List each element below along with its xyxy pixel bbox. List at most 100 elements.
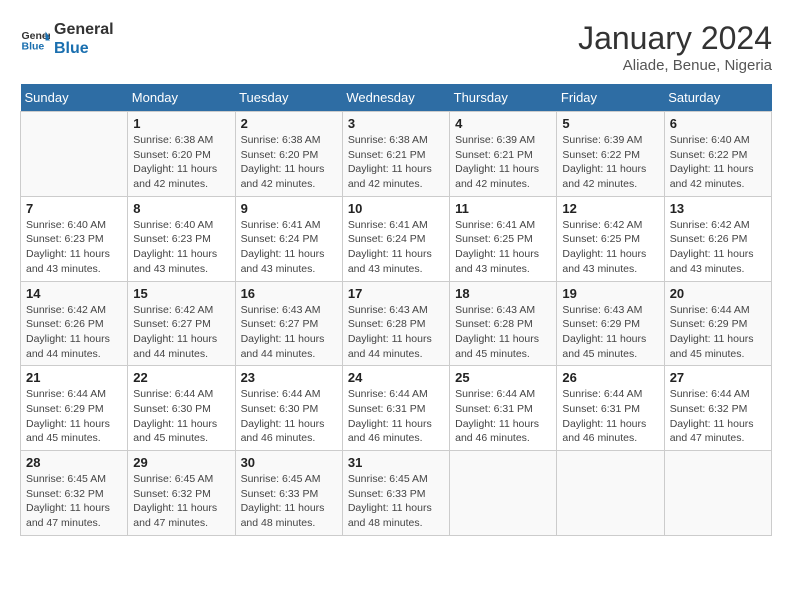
- calendar-cell: 13 Sunrise: 6:42 AMSunset: 6:26 PMDayligh…: [664, 196, 771, 281]
- day-number: 29: [133, 455, 229, 470]
- day-number: 8: [133, 201, 229, 216]
- day-number: 23: [241, 370, 337, 385]
- cell-info: Sunrise: 6:43 AMSunset: 6:28 PMDaylight:…: [455, 303, 551, 362]
- cell-info: Sunrise: 6:42 AMSunset: 6:25 PMDaylight:…: [562, 218, 658, 277]
- calendar-cell: 20Sunrise: 6:44 AMSunset: 6:29 PMDayligh…: [664, 281, 771, 366]
- day-number: 15: [133, 286, 229, 301]
- cell-info: Sunrise: 6:45 AMSunset: 6:33 PMDaylight:…: [348, 472, 444, 531]
- calendar-cell: [664, 451, 771, 536]
- cell-info: Sunrise: 6:44 AMSunset: 6:30 PMDaylight:…: [241, 387, 337, 446]
- calendar-cell: [21, 112, 128, 197]
- cell-info: Sunrise: 6:43 AMSunset: 6:28 PMDaylight:…: [348, 303, 444, 362]
- calendar-cell: 25 Sunrise: 6:44 AMSunset: 6:31 PMDayligh…: [450, 366, 557, 451]
- calendar-cell: [450, 451, 557, 536]
- day-number: 28: [26, 455, 122, 470]
- location-subtitle: Aliade, Benue, Nigeria: [578, 57, 772, 74]
- calendar-cell: 3Sunrise: 6:38 AMSunset: 6:21 PMDaylight…: [342, 112, 449, 197]
- day-number: 31: [348, 455, 444, 470]
- day-number: 19: [562, 286, 658, 301]
- cell-info: Sunrise: 6:44 AMSunset: 6:31 PMDaylight:…: [562, 387, 658, 446]
- day-number: 24: [348, 370, 444, 385]
- header-wednesday: Wednesday: [342, 84, 449, 112]
- calendar-cell: 4Sunrise: 6:39 AMSunset: 6:21 PMDaylight…: [450, 112, 557, 197]
- cell-info: Sunrise: 6:44 AMSunset: 6:29 PMDaylight:…: [26, 387, 122, 446]
- day-number: 5: [562, 116, 658, 131]
- calendar-cell: 10Sunrise: 6:41 AMSunset: 6:24 PMDayligh…: [342, 196, 449, 281]
- day-number: 11: [455, 201, 551, 216]
- calendar-cell: 30 Sunrise: 6:45 AMSunset: 6:33 PMDayligh…: [235, 451, 342, 536]
- day-number: 6: [670, 116, 766, 131]
- week-row-1: 7 Sunrise: 6:40 AMSunset: 6:23 PMDaylight…: [21, 196, 772, 281]
- day-number: 20: [670, 286, 766, 301]
- calendar-table: SundayMondayTuesdayWednesdayThursdayFrid…: [20, 84, 772, 536]
- calendar-cell: 29 Sunrise: 6:45 AMSunset: 6:32 PMDayligh…: [128, 451, 235, 536]
- calendar-cell: 28 Sunrise: 6:45 AMSunset: 6:32 PMDayligh…: [21, 451, 128, 536]
- cell-info: Sunrise: 6:40 AMSunset: 6:23 PMDaylight:…: [133, 218, 229, 277]
- calendar-cell: 12Sunrise: 6:42 AMSunset: 6:25 PMDayligh…: [557, 196, 664, 281]
- cell-info: Sunrise: 6:44 AMSunset: 6:32 PMDaylight:…: [670, 387, 766, 446]
- day-number: 4: [455, 116, 551, 131]
- calendar-cell: 18 Sunrise: 6:43 AMSunset: 6:28 PMDayligh…: [450, 281, 557, 366]
- day-number: 25: [455, 370, 551, 385]
- calendar-cell: 1Sunrise: 6:38 AMSunset: 6:20 PMDaylight…: [128, 112, 235, 197]
- header-thursday: Thursday: [450, 84, 557, 112]
- calendar-cell: 9Sunrise: 6:41 AMSunset: 6:24 PMDaylight…: [235, 196, 342, 281]
- calendar-cell: 2 Sunrise: 6:38 AMSunset: 6:20 PMDaylight…: [235, 112, 342, 197]
- logo-blue: Blue: [54, 39, 114, 58]
- cell-info: Sunrise: 6:39 AMSunset: 6:22 PMDaylight:…: [562, 133, 658, 192]
- cell-info: Sunrise: 6:45 AMSunset: 6:32 PMDaylight:…: [26, 472, 122, 531]
- day-number: 27: [670, 370, 766, 385]
- cell-info: Sunrise: 6:43 AMSunset: 6:29 PMDaylight:…: [562, 303, 658, 362]
- calendar-cell: 6 Sunrise: 6:40 AMSunset: 6:22 PMDaylight…: [664, 112, 771, 197]
- day-number: 13: [670, 201, 766, 216]
- header-tuesday: Tuesday: [235, 84, 342, 112]
- cell-info: Sunrise: 6:45 AMSunset: 6:32 PMDaylight:…: [133, 472, 229, 531]
- calendar-cell: 31 Sunrise: 6:45 AMSunset: 6:33 PMDayligh…: [342, 451, 449, 536]
- day-number: 9: [241, 201, 337, 216]
- day-number: 18: [455, 286, 551, 301]
- cell-info: Sunrise: 6:44 AMSunset: 6:31 PMDaylight:…: [455, 387, 551, 446]
- cell-info: Sunrise: 6:42 AMSunset: 6:26 PMDaylight:…: [670, 218, 766, 277]
- month-title: January 2024: [578, 20, 772, 57]
- week-row-4: 28 Sunrise: 6:45 AMSunset: 6:32 PMDayligh…: [21, 451, 772, 536]
- cell-info: Sunrise: 6:38 AMSunset: 6:20 PMDaylight:…: [241, 133, 337, 192]
- day-number: 7: [26, 201, 122, 216]
- calendar-cell: 14 Sunrise: 6:42 AMSunset: 6:26 PMDayligh…: [21, 281, 128, 366]
- calendar-cell: 24 Sunrise: 6:44 AMSunset: 6:31 PMDayligh…: [342, 366, 449, 451]
- cell-info: Sunrise: 6:41 AMSunset: 6:25 PMDaylight:…: [455, 218, 551, 277]
- calendar-cell: 16Sunrise: 6:43 AMSunset: 6:27 PMDayligh…: [235, 281, 342, 366]
- day-number: 14: [26, 286, 122, 301]
- calendar-cell: 17 Sunrise: 6:43 AMSunset: 6:28 PMDayligh…: [342, 281, 449, 366]
- logo: General Blue General Blue: [20, 20, 114, 58]
- calendar-cell: 21Sunrise: 6:44 AMSunset: 6:29 PMDayligh…: [21, 366, 128, 451]
- week-row-3: 21Sunrise: 6:44 AMSunset: 6:29 PMDayligh…: [21, 366, 772, 451]
- day-number: 3: [348, 116, 444, 131]
- header-friday: Friday: [557, 84, 664, 112]
- calendar-cell: [557, 451, 664, 536]
- calendar-cell: 19 Sunrise: 6:43 AMSunset: 6:29 PMDayligh…: [557, 281, 664, 366]
- logo-icon: General Blue: [20, 24, 50, 54]
- cell-info: Sunrise: 6:42 AMSunset: 6:27 PMDaylight:…: [133, 303, 229, 362]
- cell-info: Sunrise: 6:44 AMSunset: 6:31 PMDaylight:…: [348, 387, 444, 446]
- day-number: 2: [241, 116, 337, 131]
- cell-info: Sunrise: 6:41 AMSunset: 6:24 PMDaylight:…: [348, 218, 444, 277]
- week-row-2: 14 Sunrise: 6:42 AMSunset: 6:26 PMDayligh…: [21, 281, 772, 366]
- cell-info: Sunrise: 6:45 AMSunset: 6:33 PMDaylight:…: [241, 472, 337, 531]
- cell-info: Sunrise: 6:43 AMSunset: 6:27 PMDaylight:…: [241, 303, 337, 362]
- header-monday: Monday: [128, 84, 235, 112]
- day-number: 30: [241, 455, 337, 470]
- logo-general: General: [54, 20, 114, 39]
- week-row-0: 1Sunrise: 6:38 AMSunset: 6:20 PMDaylight…: [21, 112, 772, 197]
- cell-info: Sunrise: 6:40 AMSunset: 6:22 PMDaylight:…: [670, 133, 766, 192]
- page-header: General Blue General Blue January 2024 A…: [20, 20, 772, 74]
- cell-info: Sunrise: 6:44 AMSunset: 6:30 PMDaylight:…: [133, 387, 229, 446]
- calendar-cell: 23 Sunrise: 6:44 AMSunset: 6:30 PMDayligh…: [235, 366, 342, 451]
- day-number: 17: [348, 286, 444, 301]
- title-block: January 2024 Aliade, Benue, Nigeria: [578, 20, 772, 74]
- calendar-cell: 27 Sunrise: 6:44 AMSunset: 6:32 PMDayligh…: [664, 366, 771, 451]
- cell-info: Sunrise: 6:42 AMSunset: 6:26 PMDaylight:…: [26, 303, 122, 362]
- calendar-cell: 5 Sunrise: 6:39 AMSunset: 6:22 PMDaylight…: [557, 112, 664, 197]
- day-number: 22: [133, 370, 229, 385]
- cell-info: Sunrise: 6:38 AMSunset: 6:20 PMDaylight:…: [133, 133, 229, 192]
- svg-text:Blue: Blue: [22, 41, 45, 53]
